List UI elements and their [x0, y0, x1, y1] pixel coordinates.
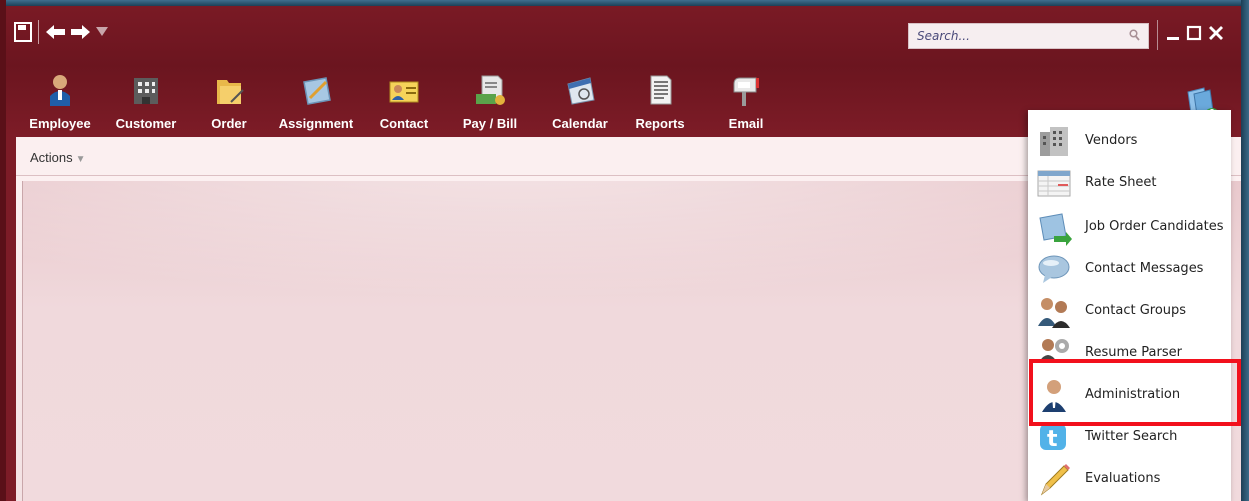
pencil-icon — [1036, 462, 1072, 496]
actions-dropdown[interactable]: Actions ▼ — [30, 150, 86, 165]
menu-item-label: Resume Parser — [1085, 345, 1182, 360]
menu-item-label: Twitter Search — [1085, 429, 1178, 444]
menu-item-label: Vendors — [1085, 133, 1138, 148]
toolbar-email-label: Email — [728, 116, 764, 131]
dropdown-arrow-icon[interactable] — [96, 23, 108, 43]
toolbar-employee-label: Employee — [29, 116, 91, 131]
window-right-edge — [1241, 0, 1249, 501]
search-input[interactable] — [909, 24, 1117, 48]
mailbox-icon — [728, 72, 764, 108]
toolbar-contact-label: Contact — [379, 116, 429, 131]
job-order-candidates-icon — [1036, 210, 1072, 246]
rate-sheet-icon — [1036, 166, 1072, 200]
maximize-icon[interactable] — [1186, 22, 1202, 47]
chevron-down-icon: ▼ — [75, 154, 86, 165]
calendar-icon — [562, 72, 598, 108]
minimize-icon[interactable] — [1166, 22, 1180, 47]
menu-item-vendors[interactable]: Vendors — [1028, 120, 1231, 162]
svg-text:t: t — [1047, 427, 1058, 452]
toolbar-reports-label: Reports — [635, 116, 685, 131]
forward-arrow-icon[interactable] — [70, 22, 90, 47]
menu-item-label: Contact Messages — [1085, 261, 1204, 276]
employee-icon — [42, 72, 78, 108]
menu-item-label: Job Order Candidates — [1085, 219, 1224, 234]
order-folder-icon — [211, 72, 247, 108]
menu-item-contact-messages[interactable]: Contact Messages — [1028, 248, 1231, 290]
search-box[interactable] — [908, 23, 1149, 49]
toolbar-pay-bill-label: Pay / Bill — [462, 116, 518, 131]
menu-item-label: Contact Groups — [1085, 303, 1187, 318]
menu-item-job-order-candidates[interactable]: Job Order Candidates — [1028, 204, 1231, 250]
more-modules-menu: Vendors Rate Sheet Job Order Candidates … — [1028, 110, 1231, 501]
title-controls-separator — [1157, 20, 1158, 50]
contact-groups-icon — [1036, 294, 1072, 328]
vendors-building-icon — [1036, 124, 1072, 158]
toolbar-assignment-label: Assignment — [278, 116, 354, 131]
actions-label: Actions — [30, 150, 73, 165]
highlight-box — [1029, 359, 1241, 426]
menu-item-contact-groups[interactable]: Contact Groups — [1028, 290, 1231, 332]
contact-card-icon — [386, 72, 422, 108]
title-separator — [38, 20, 39, 44]
customer-building-icon — [128, 72, 164, 108]
toolbar-order-label: Order — [211, 116, 247, 131]
title-bar — [6, 6, 1241, 58]
toolbar-calendar-label: Calendar — [552, 116, 608, 131]
reports-icon — [642, 72, 678, 108]
close-icon[interactable] — [1208, 22, 1224, 47]
speech-bubble-icon — [1036, 252, 1072, 286]
search-icon[interactable] — [1129, 29, 1140, 44]
save-icon[interactable] — [14, 22, 32, 47]
assignment-icon — [298, 72, 334, 108]
pay-bill-icon — [472, 72, 508, 108]
menu-item-label: Evaluations — [1085, 471, 1161, 486]
menu-item-label: Rate Sheet — [1085, 175, 1157, 190]
back-arrow-icon[interactable] — [46, 22, 66, 47]
toolbar-customer-label: Customer — [115, 116, 177, 131]
menu-item-evaluations[interactable]: Evaluations — [1028, 458, 1231, 500]
application-window: Employee Customer Order Assignment — [0, 0, 1249, 501]
menu-item-rate-sheet[interactable]: Rate Sheet — [1028, 162, 1231, 204]
